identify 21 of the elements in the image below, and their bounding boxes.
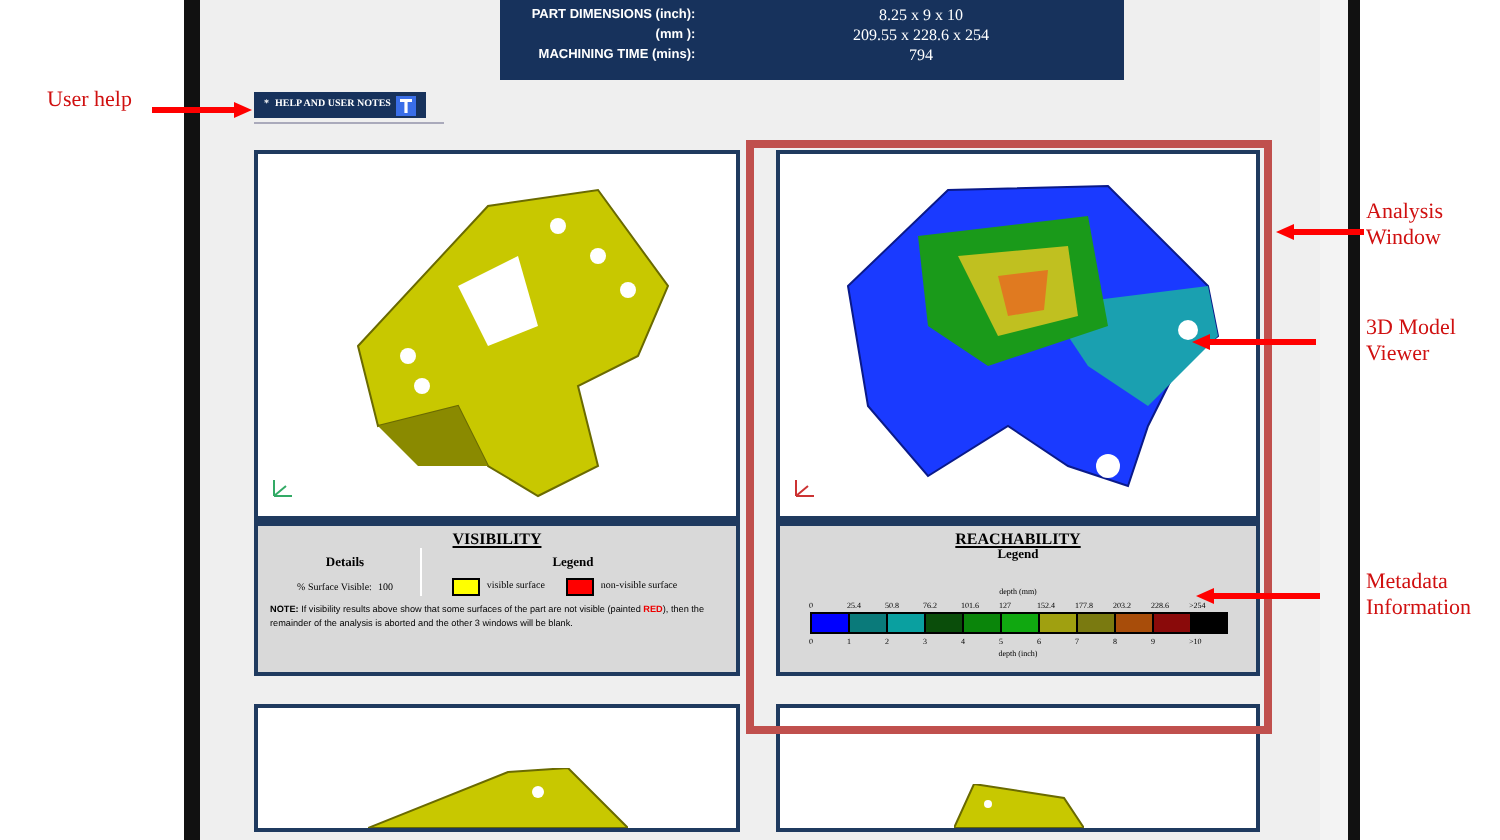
arrow-icon — [1276, 224, 1364, 240]
info-icon — [396, 95, 417, 115]
summary-value: 794 — [907, 45, 935, 63]
arrow-icon — [1196, 588, 1320, 604]
axes-icon — [270, 476, 294, 500]
bracket-model-drawing — [953, 784, 1083, 828]
model-viewer[interactable] — [254, 704, 740, 832]
panel-title: REACHABILITY — [955, 530, 1081, 548]
callout-label: Analysis Window — [1366, 200, 1445, 251]
arrow-icon — [152, 102, 252, 118]
summary-value: 209.55 x 228.6 x 254 — [851, 25, 991, 43]
panel-title: VISIBILITY — [452, 530, 542, 548]
summary-value: 8.25 x 9 x 10 — [877, 5, 965, 23]
arrow-icon — [1192, 334, 1316, 350]
model-viewer[interactable] — [776, 150, 1260, 520]
callout-label: Metadata Information — [1366, 570, 1474, 621]
callout-label: 3D Model Viewer — [1366, 316, 1458, 367]
model-viewer[interactable] — [776, 704, 1260, 832]
model-viewer[interactable] — [254, 150, 740, 520]
callout-label: User help — [45, 88, 132, 114]
axes-icon — [792, 476, 816, 500]
